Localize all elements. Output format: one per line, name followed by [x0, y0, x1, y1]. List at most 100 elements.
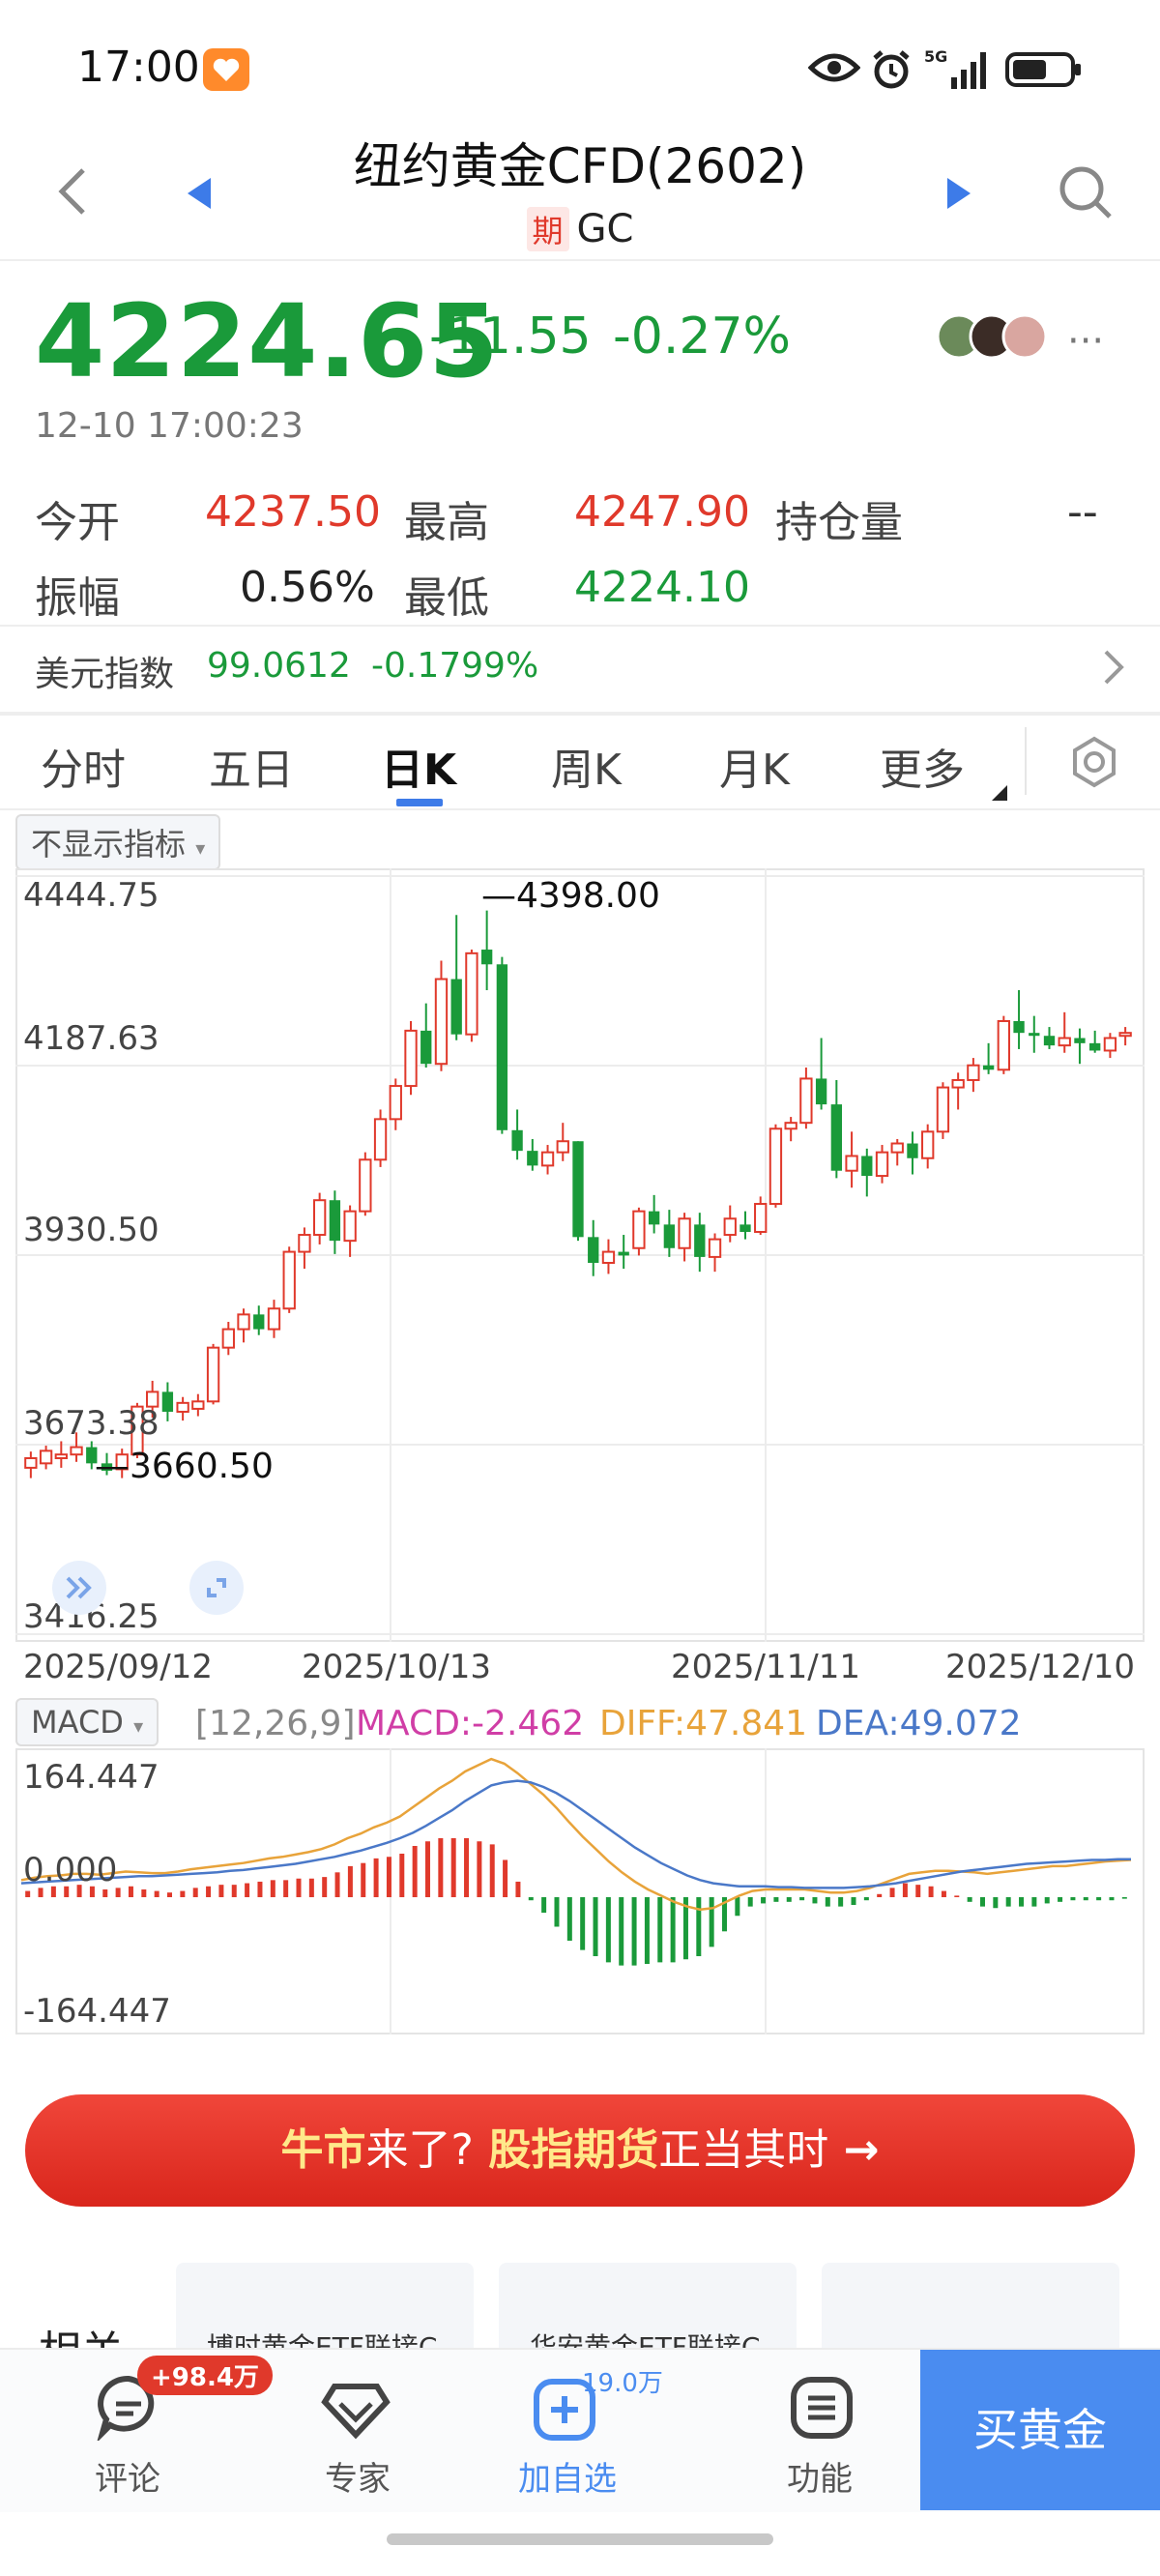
- open-value: 4237.50: [205, 487, 381, 537]
- candle: [1013, 989, 1025, 1049]
- home-indicator[interactable]: [387, 2533, 773, 2545]
- candle: [648, 1194, 660, 1234]
- diamond-icon: [321, 2384, 391, 2440]
- candle: [221, 1321, 235, 1356]
- candle: [176, 1396, 189, 1421]
- macd-value-label: MACD:: [356, 1704, 473, 1743]
- macd-dropdown[interactable]: MACD ▾: [15, 1698, 160, 1746]
- promo-banner[interactable]: 牛市来了? 股指期货正当其时 →: [25, 2094, 1135, 2207]
- tab-five-day[interactable]: 五日: [209, 735, 294, 797]
- candle: [237, 1308, 250, 1343]
- network-type-label: 5G: [924, 47, 947, 66]
- community-avatars[interactable]: [934, 311, 1054, 366]
- indicator-dropdown[interactable]: 不显示指标 ▾: [15, 814, 221, 870]
- candle: [754, 1196, 768, 1236]
- chevron-right-icon: [1102, 648, 1125, 690]
- y-tick-label: 4444.75: [23, 876, 160, 915]
- x-tick-label: 2025/11/11: [671, 1648, 860, 1686]
- candle: [572, 1141, 584, 1242]
- dea-value-number: 49.072: [899, 1704, 1022, 1743]
- candle: [1103, 1033, 1117, 1059]
- chart-expand-button[interactable]: [50, 1559, 108, 1621]
- candle: [389, 1078, 402, 1130]
- candle: [1118, 1027, 1132, 1046]
- open-interest-value: --: [1067, 487, 1098, 537]
- amplitude-label: 振幅: [35, 573, 120, 623]
- candle: [1089, 1030, 1101, 1053]
- usd-index-change: -0.1799%: [371, 646, 539, 686]
- x-tick-label: 2025/09/12: [23, 1648, 213, 1686]
- tab-monthly-k[interactable]: 月K: [719, 735, 790, 797]
- candle: [404, 1020, 418, 1096]
- candle: [511, 1109, 523, 1160]
- candle: [740, 1211, 751, 1240]
- eye-icon: [807, 50, 861, 89]
- macd-y-tick: 164.447: [23, 1758, 160, 1797]
- candle: [588, 1219, 599, 1276]
- macd-chart[interactable]: [15, 1748, 1145, 2034]
- tab-daily-k[interactable]: 日K: [381, 735, 456, 797]
- candle: [618, 1235, 629, 1270]
- tab-more[interactable]: 更多: [880, 735, 965, 797]
- candle: [312, 1192, 327, 1244]
- gear-icon: [1073, 736, 1116, 788]
- usd-index-label: 美元指数: [35, 655, 175, 694]
- macd-y-tick: -164.447: [23, 1992, 171, 2031]
- candle: [890, 1138, 904, 1166]
- tab-intraday[interactable]: 分时: [41, 735, 126, 797]
- diff-value-label: DIFF:: [599, 1704, 686, 1743]
- high-annotation-value: 4398.00: [516, 876, 660, 916]
- fullscreen-icon: [189, 1561, 244, 1615]
- candle: [784, 1117, 798, 1142]
- macd-frame: [15, 1748, 1145, 2034]
- candle: [480, 910, 493, 990]
- low-annotation: —3660.50: [95, 1447, 274, 1486]
- macd-value-number: -2.462: [472, 1704, 585, 1743]
- next-instrument-button[interactable]: [945, 176, 972, 215]
- diff-value-number: 47.841: [685, 1704, 808, 1743]
- candle: [997, 1015, 1010, 1074]
- candle: [708, 1233, 722, 1273]
- battery-icon: [1005, 52, 1083, 91]
- y-tick-label: 3673.38: [23, 1404, 160, 1443]
- watchlist-count: 19.0万: [582, 2369, 663, 2398]
- expert-label: 专家: [325, 2460, 391, 2499]
- status-time: 17:00: [77, 43, 200, 92]
- function-button[interactable]: 功能: [773, 2363, 899, 2508]
- candle: [373, 1109, 388, 1167]
- chart-settings-button[interactable]: [1067, 735, 1121, 793]
- more-icon[interactable]: ···: [1067, 319, 1104, 364]
- candle: [359, 1152, 372, 1216]
- page-title: 纽约黄金CFD(2602): [353, 138, 807, 194]
- candlestick-chart[interactable]: [15, 868, 1145, 1642]
- candle: [907, 1131, 918, 1175]
- usd-index-row[interactable]: 美元指数 99.0612 -0.1799%: [0, 627, 1160, 712]
- banner-text: 正当其时: [658, 2125, 829, 2175]
- candle: [861, 1148, 873, 1197]
- app-notification-icon: [203, 48, 249, 91]
- candle: [663, 1210, 676, 1257]
- macd-dropdown-label: MACD: [31, 1704, 124, 1741]
- fullscreen-button[interactable]: [188, 1559, 246, 1621]
- candle: [768, 1124, 783, 1208]
- candle: [845, 1131, 858, 1188]
- candle: [1043, 1027, 1056, 1049]
- dea-line: [20, 1779, 1131, 1889]
- amplitude-value: 0.56%: [240, 563, 375, 612]
- macd-y-tick: 0.000: [23, 1851, 118, 1889]
- candle: [723, 1205, 737, 1243]
- avatar: [1001, 313, 1048, 360]
- candle: [921, 1124, 935, 1169]
- high-annotation: —4398.00: [481, 876, 660, 916]
- candle: [830, 1079, 843, 1179]
- buy-gold-button[interactable]: 买黄金: [920, 2350, 1160, 2510]
- tabs-divider: [0, 808, 1160, 810]
- search-button[interactable]: [1058, 164, 1114, 224]
- candle: [936, 1082, 950, 1139]
- tab-weekly-k[interactable]: 周K: [551, 735, 622, 797]
- menu-list-icon: [791, 2377, 853, 2439]
- section-divider: [0, 712, 1160, 716]
- expert-button[interactable]: 专家: [302, 2363, 427, 2508]
- futures-badge: 期: [526, 207, 569, 251]
- candle: [601, 1239, 616, 1274]
